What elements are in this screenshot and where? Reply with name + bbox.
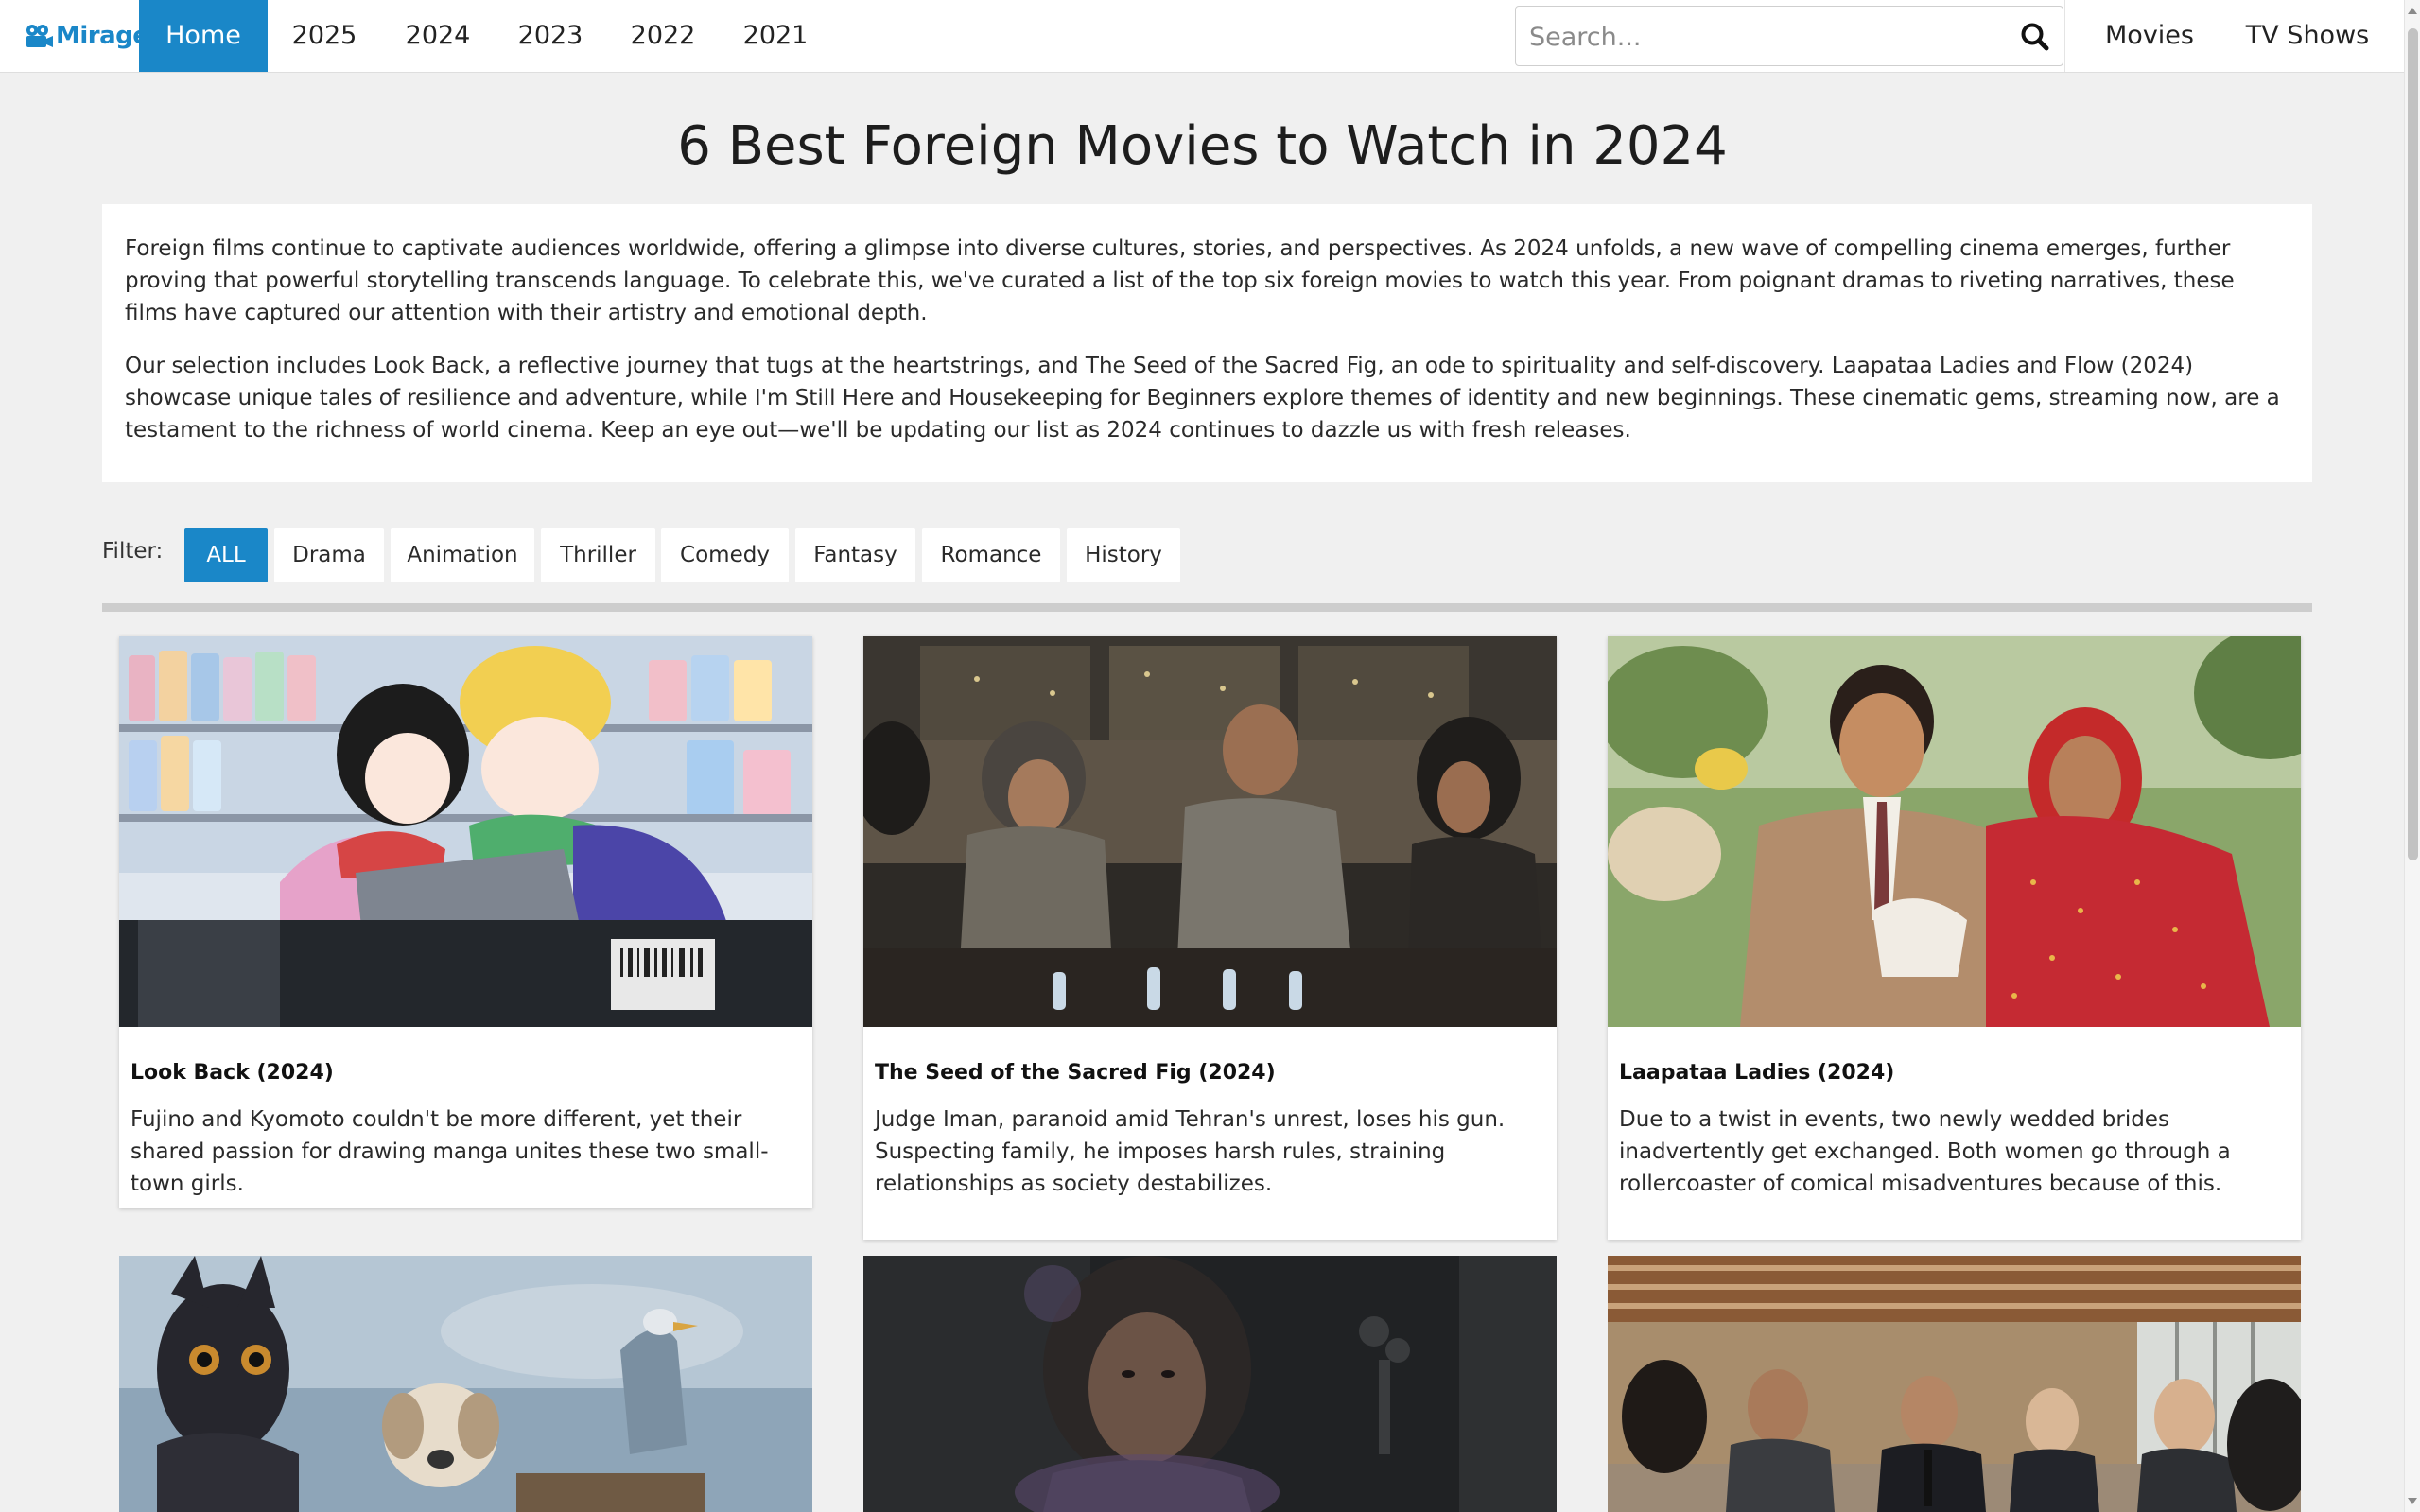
seed-of-sacred-fig-still-image (863, 636, 1557, 1027)
search-box (1515, 6, 2063, 67)
scroll-up-arrow-icon[interactable] (2408, 8, 2417, 14)
housekeeping-for-beginners-still-image (1608, 1256, 2301, 1512)
movie-description: Due to a twist in events, two newly wedd… (1619, 1107, 2231, 1196)
movie-description: Judge Iman, paranoid amid Tehran's unres… (875, 1107, 1506, 1196)
nav-divider (2064, 0, 2065, 72)
search-icon (2021, 23, 2049, 51)
filter-thriller[interactable]: Thriller (541, 528, 655, 582)
film-camera-icon (26, 25, 53, 47)
scroll-down-arrow-icon[interactable] (2408, 1498, 2417, 1504)
filter-all[interactable]: ALL (184, 528, 268, 582)
movie-card[interactable] (863, 1256, 1557, 1512)
filter-animation[interactable]: Animation (391, 528, 534, 582)
top-navbar: Mirage Home 2025 2024 2023 2022 2021 Mov… (0, 0, 2405, 73)
im-still-here-still-image (863, 1256, 1557, 1512)
movie-card[interactable] (1608, 1256, 2301, 1512)
nav-link-2025[interactable]: 2025 (268, 0, 381, 72)
filter-romance[interactable]: Romance (922, 528, 1060, 582)
nav-link-2023[interactable]: 2023 (494, 0, 607, 72)
movie-title[interactable]: The Seed of the Sacred Fig (2024) (863, 1027, 1557, 1085)
filter-fantasy[interactable]: Fantasy (795, 528, 915, 582)
search-button[interactable] (2019, 21, 2051, 53)
movie-poster[interactable] (1608, 1256, 2301, 1512)
filter-label: Filter: (102, 539, 164, 564)
nav-link-movies[interactable]: Movies (2087, 0, 2212, 72)
laapataa-ladies-still-image (1608, 636, 2301, 1027)
search-input[interactable] (1527, 7, 1985, 67)
movie-title[interactable]: Laapataa Ladies (2024) (1608, 1027, 2301, 1085)
movie-card[interactable]: Laapataa Ladies (2024) Due to a twist in… (1608, 636, 2301, 1240)
movie-title[interactable]: Look Back (2024) (119, 1027, 812, 1085)
movie-description: Fujino and Kyomoto couldn't be more diff… (131, 1107, 769, 1196)
movie-card[interactable]: Look Back (2024) Fujino and Kyomoto coul… (119, 636, 812, 1208)
scrollbar-thumb[interactable] (2408, 28, 2418, 860)
logo-text: Mirage (56, 22, 149, 50)
nav-link-home[interactable]: Home (139, 0, 268, 72)
intro-paragraph: Our selection includes Look Back, a refl… (125, 354, 2280, 443)
site-logo[interactable]: Mirage (25, 21, 149, 51)
movie-card[interactable] (119, 1256, 812, 1512)
movie-poster[interactable] (863, 636, 1557, 1027)
nav-link-2022[interactable]: 2022 (606, 0, 720, 72)
intro-box: Foreign films continue to captivate audi… (102, 204, 2312, 482)
filter-divider (102, 603, 2312, 612)
filter-comedy[interactable]: Comedy (661, 528, 789, 582)
page-title: 6 Best Foreign Movies to Watch in 2024 (677, 115, 1728, 177)
look-back-still-image (119, 636, 812, 1027)
movie-card[interactable]: The Seed of the Sacred Fig (2024) Judge … (863, 636, 1557, 1240)
page-scrollbar[interactable] (2404, 0, 2420, 1512)
filter-drama[interactable]: Drama (274, 528, 384, 582)
intro-paragraph: Foreign films continue to captivate audi… (125, 236, 2235, 325)
nav-link-2024[interactable]: 2024 (381, 0, 495, 72)
flow-still-image (119, 1256, 812, 1512)
nav-link-tv-shows[interactable]: TV Shows (2232, 0, 2383, 72)
movie-poster[interactable] (1608, 636, 2301, 1027)
filter-history[interactable]: History (1067, 528, 1180, 582)
nav-link-2021[interactable]: 2021 (719, 0, 832, 72)
movie-poster[interactable] (119, 1256, 812, 1512)
movie-poster[interactable] (119, 636, 812, 1027)
movie-poster[interactable] (863, 1256, 1557, 1512)
